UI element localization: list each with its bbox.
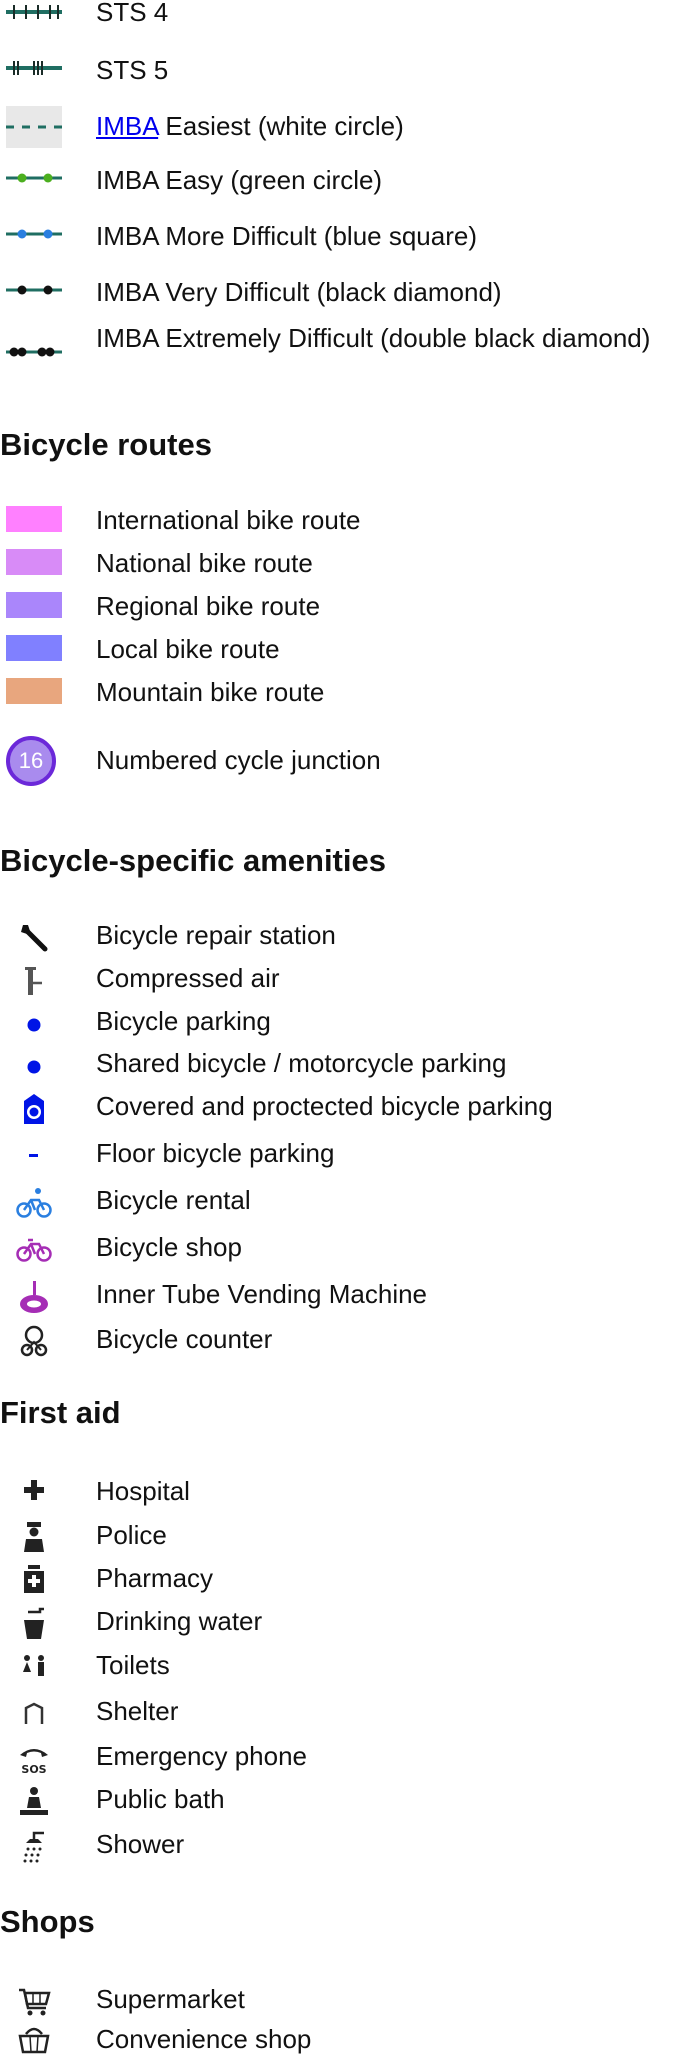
legend-label: Numbered cycle junction [96, 745, 381, 775]
parking-dot-icon [27, 1018, 41, 1032]
legend-label: STS 5 [96, 55, 169, 85]
route-color-swatch [6, 506, 62, 532]
section-heading-shops: Shops [0, 1904, 95, 1939]
pharmacy-icon [24, 1565, 44, 1593]
legend-label: IMBA Easiest (white circle) [96, 110, 404, 142]
legend-label: IMBA Extremely Difficult (double black d… [96, 323, 651, 353]
legend-label: Shelter [96, 1696, 179, 1726]
bicycle-counter-icon [20, 1325, 48, 1357]
legend-label: Public bath [96, 1784, 225, 1814]
shelter-icon [24, 1702, 44, 1724]
legend-label: Emergency phone [96, 1741, 308, 1771]
cart-icon [19, 1988, 51, 2016]
section-heading-first-aid: First aid [0, 1395, 121, 1430]
legend-label: STS 4 [96, 0, 169, 27]
imba-more-difficult-line-icon [6, 229, 62, 239]
floor-parking-icon [29, 1154, 38, 1157]
svg-text:SOS: SOS [21, 1763, 46, 1776]
bicycle-rental-icon [16, 1188, 52, 1218]
sts5-line-icon [6, 61, 62, 75]
sts4-line-icon [6, 5, 62, 19]
legend-label: Regional bike route [96, 591, 321, 621]
route-color-swatch [6, 635, 62, 661]
legend-label: Convenience shop [96, 2024, 312, 2054]
legend-label: National bike route [96, 548, 313, 578]
legend-label: Inner Tube Vending Machine [96, 1279, 428, 1309]
legend-label: Covered and proctected bicycle parking [96, 1091, 553, 1121]
legend-label: Shower [96, 1829, 185, 1859]
sos-phone-icon: SOS [20, 1749, 48, 1776]
toilets-icon [23, 1655, 44, 1676]
route-color-swatch [6, 592, 62, 618]
legend-label: Hospital [96, 1476, 190, 1506]
legend-label: Supermarket [96, 1984, 245, 2014]
legend-label: Mountain bike route [96, 677, 325, 707]
parking-dot-icon [27, 1060, 41, 1074]
imba-easiest-text: Easiest (white circle) [158, 111, 404, 141]
imba-link[interactable]: IMBA [96, 111, 158, 141]
drinking-water-icon [24, 1607, 44, 1639]
legend-label: Local bike route [96, 634, 280, 664]
public-bath-icon [20, 1787, 48, 1815]
legend-label: Bicycle shop [96, 1232, 242, 1262]
legend-label: Bicycle repair station [96, 920, 336, 950]
imba-extremely-difficult-line-icon [6, 347, 62, 357]
route-color-swatch [6, 678, 62, 704]
covered-parking-icon [24, 1094, 44, 1124]
inner-tube-icon [20, 1281, 48, 1313]
legend-label: Bicycle rental [96, 1185, 251, 1215]
legend-label: Police [96, 1520, 167, 1550]
legend-label: Compressed air [96, 963, 280, 993]
legend-label: Shared bicycle / motorcycle parking [96, 1048, 507, 1078]
legend-label: Bicycle counter [96, 1324, 273, 1354]
imba-very-difficult-line-icon [6, 285, 62, 295]
legend-label: Drinking water [96, 1606, 263, 1636]
legend-label: Pharmacy [96, 1563, 214, 1593]
cycle-junction-badge: 16 [6, 736, 56, 786]
imba-easiest-line-icon [6, 106, 62, 148]
cross-icon [24, 1480, 44, 1500]
shower-icon [23, 1831, 44, 1863]
legend-label: Floor bicycle parking [96, 1138, 335, 1168]
police-icon [24, 1522, 44, 1552]
legend-label: IMBA Easy (green circle) [96, 165, 383, 195]
basket-icon [18, 2027, 50, 2054]
section-heading-bicycle-amenities: Bicycle-specific amenities [0, 843, 386, 878]
legend-label: Toilets [96, 1650, 170, 1680]
legend-label: IMBA Very Difficult (black diamond) [96, 277, 502, 307]
bicycle-shop-icon [16, 1238, 52, 1262]
route-color-swatch [6, 549, 62, 575]
wrench-icon [21, 925, 48, 952]
legend-label: IMBA More Difficult (blue square) [96, 221, 477, 251]
legend-label: Bicycle parking [96, 1006, 271, 1036]
section-heading-bicycle-routes: Bicycle routes [0, 427, 212, 462]
legend-label: International bike route [96, 505, 361, 535]
air-pump-icon [25, 967, 42, 995]
imba-easy-line-icon [6, 173, 62, 183]
